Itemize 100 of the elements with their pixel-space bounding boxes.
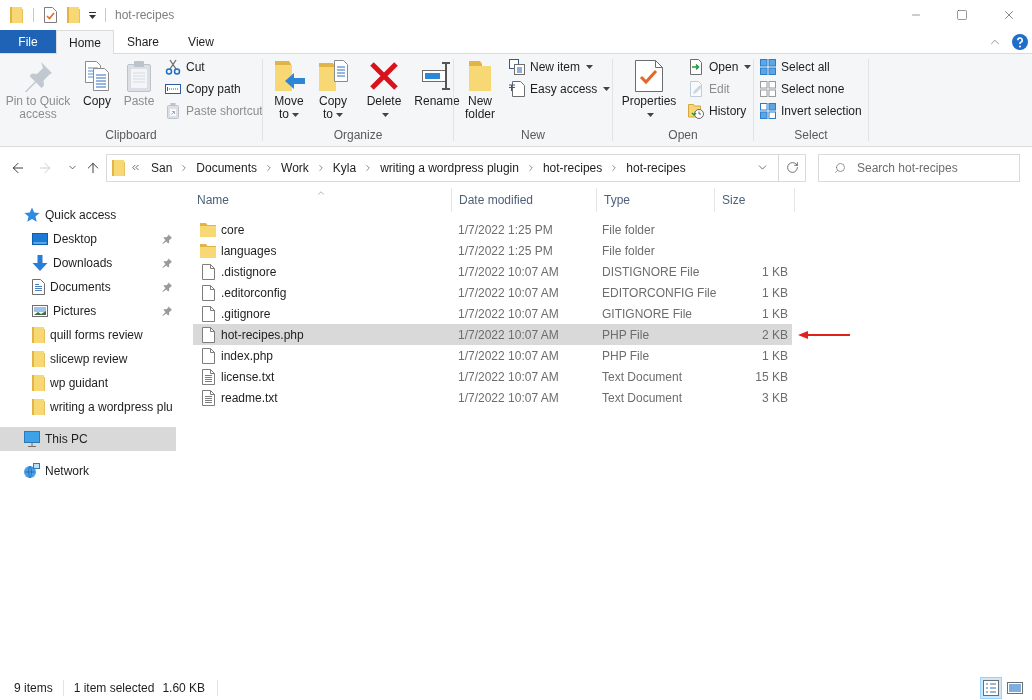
file-type: PHP File: [602, 348, 650, 363]
column-header[interactable]: Date modified: [452, 188, 597, 212]
file-row[interactable]: hot-recipes.php 1/7/2022 10:07 AM PHP File 2 KB: [193, 324, 792, 345]
select-none-icon: [760, 81, 776, 97]
nav-item[interactable]: Pictures: [0, 299, 176, 323]
breadcrumb-item[interactable]: hot-recipes: [538, 156, 607, 179]
file-row[interactable]: .editorconfig 1/7/2022 10:07 AM EDITORCONFIG File 1 KB: [193, 282, 792, 303]
folder-icon: [32, 375, 45, 391]
ribbon-tab[interactable]: Share: [114, 30, 172, 53]
item-count: 9 items: [14, 680, 53, 697]
breadcrumb-item[interactable]: Work: [277, 156, 313, 179]
group-label: Select: [794, 128, 828, 144]
nav-item[interactable]: This PC: [0, 427, 176, 451]
new-folder-button[interactable]: New folder: [458, 54, 502, 126]
file-row[interactable]: .distignore 1/7/2022 10:07 AM DISTIGNORE File 1 KB: [193, 261, 792, 282]
file-size: 1 KB: [762, 263, 788, 281]
nav-item[interactable]: wp guidant: [0, 371, 176, 395]
select-none-button[interactable]: Select none: [757, 78, 865, 100]
open-icon: [688, 59, 704, 75]
nav-item[interactable]: Quick access: [0, 203, 176, 227]
nav-item[interactable]: Documents: [0, 275, 176, 299]
invert-selection-icon: [760, 103, 776, 119]
date-modified: 1/7/2022 10:07 AM: [458, 348, 559, 363]
ribbon-tab[interactable]: Home: [56, 30, 114, 54]
search-field[interactable]: Search hot-recipes: [818, 153, 1020, 182]
file-row[interactable]: languages 1/7/2022 1:25 PM File folder: [193, 240, 792, 261]
rename-icon: [421, 60, 453, 92]
nav-item[interactable]: Network: [0, 459, 176, 483]
nav-item[interactable]: writing a wordpress plu: [0, 395, 176, 419]
file-row[interactable]: readme.txt 1/7/2022 10:07 AM Text Document 3 KB: [193, 387, 792, 408]
breadcrumb-item[interactable]: San: [147, 156, 177, 179]
date-modified: 1/7/2022 10:07 AM: [458, 306, 559, 321]
invert-selection-button[interactable]: Invert selection: [757, 100, 865, 122]
folder-icon[interactable]: [67, 7, 80, 23]
move-to-button[interactable]: Move to: [269, 54, 309, 126]
file-type: File folder: [602, 222, 655, 237]
copy-to-button[interactable]: Copy to: [313, 54, 353, 126]
copy-path-button[interactable]: Copy path: [162, 78, 266, 100]
file-size: 1 KB: [762, 284, 788, 302]
new-item-icon: [509, 59, 525, 75]
file-row[interactable]: core 1/7/2022 1:25 PM File folder: [193, 219, 792, 240]
folder-icon: [200, 243, 216, 258]
properties-button[interactable]: Properties: [617, 54, 681, 126]
ribbon-tab[interactable]: View: [172, 30, 230, 53]
history-icon: [688, 103, 704, 119]
file-size: 1 KB: [762, 305, 788, 323]
date-modified: 1/7/2022 10:07 AM: [458, 264, 559, 279]
file-name: core: [221, 221, 245, 239]
large-icons-view-icon: [1007, 682, 1023, 694]
file-row[interactable]: index.php 1/7/2022 10:07 AM PHP File 1 KB: [193, 345, 792, 366]
history-button[interactable]: History: [685, 100, 755, 122]
refresh-icon[interactable]: [785, 161, 799, 174]
file-row[interactable]: .gitignore 1/7/2022 10:07 AM GITIGNORE File 1 KB: [193, 303, 792, 324]
breadcrumb-item[interactable]: Kyla: [328, 156, 361, 179]
file-row[interactable]: license.txt 1/7/2022 10:07 AM Text Document 15 KB: [193, 366, 792, 387]
breadcrumb-item[interactable]: hot-recipes: [622, 156, 690, 179]
cut-button[interactable]: Cut: [162, 56, 266, 78]
group-label: New: [521, 128, 545, 144]
open-button[interactable]: Open: [685, 56, 755, 78]
file-tab[interactable]: File: [0, 30, 56, 53]
picture-icon: [32, 305, 48, 317]
text-file-icon: [201, 389, 215, 406]
document-check-icon[interactable]: [44, 7, 57, 23]
file-type: Text Document: [602, 390, 683, 405]
folder-arrow-icon: [273, 60, 305, 92]
file-name: languages: [221, 242, 277, 260]
file-type: DISTIGNORE File: [602, 264, 700, 279]
select-all-button[interactable]: Select all: [757, 56, 865, 78]
file-type: GITIGNORE File: [602, 306, 692, 321]
date-modified: 1/7/2022 10:07 AM: [458, 285, 559, 300]
folder-icon: [32, 351, 45, 367]
easy-access-icon: [509, 81, 525, 97]
folder-icon[interactable]: [10, 7, 23, 23]
help-icon[interactable]: [1012, 33, 1028, 50]
pin-icon: [22, 60, 54, 92]
dropdown-icon[interactable]: [89, 11, 96, 19]
date-modified: 1/7/2022 10:07 AM: [458, 369, 559, 384]
chevrons-left-icon[interactable]: [130, 162, 141, 173]
new-item-button[interactable]: New item: [506, 56, 614, 78]
column-header[interactable]: Type: [597, 188, 715, 212]
desktop-icon: [32, 233, 48, 245]
folder-icon: [32, 399, 45, 415]
view-button[interactable]: [980, 677, 1002, 699]
search-input[interactable]: Search hot-recipes: [857, 157, 1017, 178]
nav-item[interactable]: quill forms review: [0, 323, 176, 347]
file-size: 15 KB: [755, 368, 788, 386]
nav-item[interactable]: Desktop: [0, 227, 176, 251]
folder-icon: [32, 327, 45, 343]
nav-item[interactable]: Downloads: [0, 251, 176, 275]
file-name: .editorconfig: [221, 284, 287, 302]
easy-access-button[interactable]: Easy access: [506, 78, 614, 100]
nav-item[interactable]: slicewp review: [0, 347, 176, 371]
search-icon: [834, 161, 846, 174]
copy-button[interactable]: Copy: [78, 54, 116, 126]
column-header[interactable]: Name: [190, 188, 452, 212]
delete-button[interactable]: Delete: [361, 54, 407, 126]
column-header[interactable]: Size: [715, 188, 795, 212]
breadcrumb-item[interactable]: writing a wordpress plugin: [376, 156, 523, 179]
folder-icon: [468, 60, 492, 92]
breadcrumb-item[interactable]: Documents: [192, 156, 262, 179]
